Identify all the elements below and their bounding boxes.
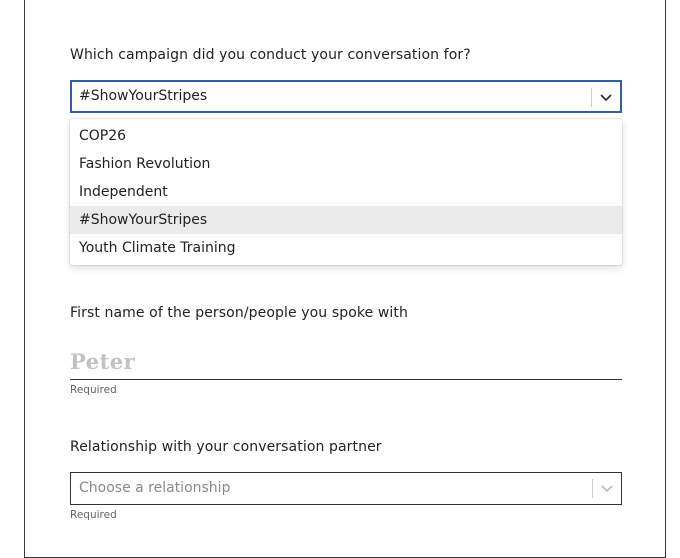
campaign-option-fashion-revolution[interactable]: Fashion Revolution bbox=[70, 150, 622, 178]
first-name-required-hint: Required bbox=[70, 384, 117, 396]
campaign-question-label: Which campaign did you conduct your conv… bbox=[70, 47, 471, 63]
select-separator bbox=[592, 479, 593, 498]
first-name-input[interactable] bbox=[70, 343, 622, 380]
chevron-down-icon[interactable] bbox=[598, 82, 614, 113]
relationship-required-hint: Required bbox=[70, 509, 117, 521]
campaign-dropdown-menu: COP26 Fashion Revolution Independent #Sh… bbox=[70, 119, 622, 265]
campaign-option-show-your-stripes[interactable]: #ShowYourStripes bbox=[70, 206, 622, 234]
campaign-option-cop26[interactable]: COP26 bbox=[70, 122, 622, 150]
campaign-option-independent[interactable]: Independent bbox=[70, 178, 622, 206]
relationship-select[interactable]: Choose a relationship bbox=[70, 472, 622, 505]
select-separator bbox=[591, 88, 592, 107]
campaign-select-value: #ShowYourStripes bbox=[79, 88, 208, 104]
first-name-question-label: First name of the person/people you spok… bbox=[70, 305, 408, 321]
relationship-select-placeholder: Choose a relationship bbox=[79, 480, 231, 496]
campaign-select[interactable]: #ShowYourStripes bbox=[70, 80, 622, 113]
chevron-down-icon[interactable] bbox=[599, 473, 615, 504]
campaign-option-youth-climate-training[interactable]: Youth Climate Training bbox=[70, 234, 622, 262]
relationship-question-label: Relationship with your conversation part… bbox=[70, 439, 382, 455]
